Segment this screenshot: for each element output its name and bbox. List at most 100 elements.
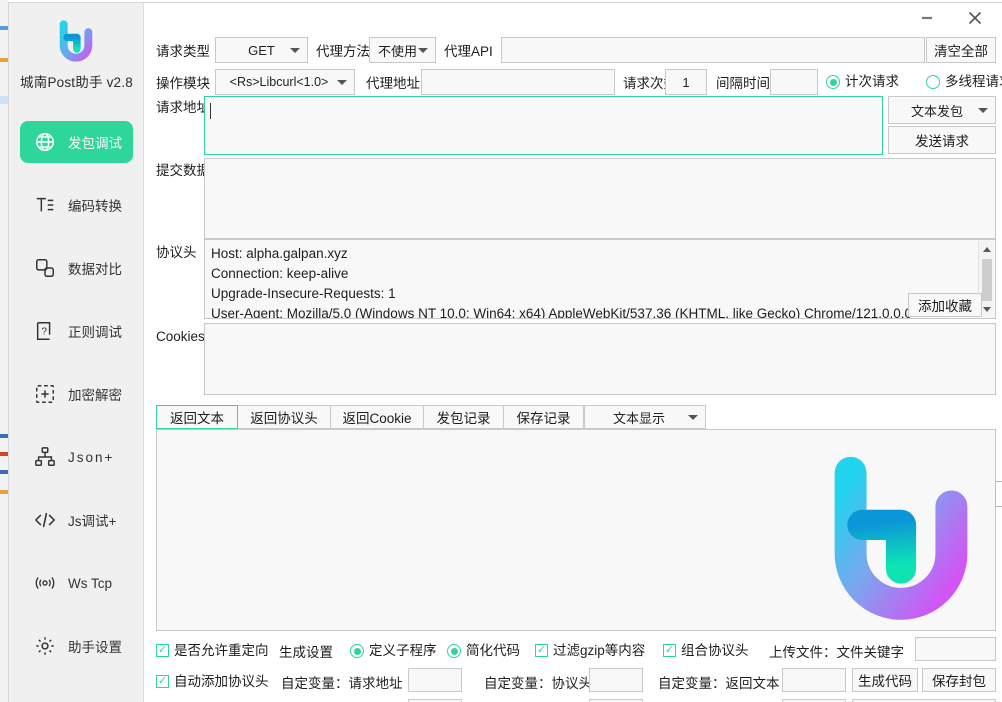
text-cursor <box>210 103 211 119</box>
title-bar <box>144 3 1002 33</box>
compare-icon <box>32 255 58 281</box>
mode-multithread-radio[interactable]: 多线程请求 <box>926 75 1002 89</box>
sidebar-item-jiami-jiemi[interactable]: 加密解密 <box>20 373 133 415</box>
tab-return-headers[interactable]: 返回协议头 <box>238 405 331 429</box>
checkbox-checked-icon: ✓ <box>663 644 676 658</box>
sidebar-item-bianma-zhuanhuan[interactable]: 编码转换 <box>20 184 133 226</box>
radio-off-icon <box>926 75 940 89</box>
chevron-down-icon <box>418 48 428 53</box>
combine-headers-checkbox[interactable]: ✓ 组合协议头 <box>663 644 749 658</box>
radio-on-icon <box>826 75 840 89</box>
svg-text:?: ? <box>41 327 47 338</box>
request-count-input[interactable]: 1 <box>665 69 707 95</box>
header-line: Upgrade-Insecure-Requests: 1 <box>211 286 396 301</box>
filter-gzip-checkbox[interactable]: ✓ 过滤gzip等内容 <box>535 644 645 658</box>
scrollbar-thumb[interactable] <box>982 259 992 301</box>
proxy-address-input[interactable] <box>421 69 615 95</box>
request-type-select[interactable]: GET <box>215 37 308 63</box>
mode-counted-label: 计次请求 <box>845 74 899 90</box>
send-request-button[interactable]: 发送请求 <box>888 126 996 154</box>
display-mode-value: 文本显示 <box>612 410 665 426</box>
radio-on-icon <box>447 644 461 658</box>
app-logo-watermark <box>817 454 985 626</box>
send-mode-select[interactable]: 文本发包 <box>888 96 996 124</box>
proxy-address-label: 代理地址 <box>366 76 420 91</box>
cookies-input[interactable] <box>204 323 996 395</box>
request-count-value: 1 <box>682 74 690 90</box>
request-url-label: 请求地址 <box>156 100 210 115</box>
proxy-api-input[interactable] <box>501 37 925 63</box>
radio-on-icon <box>350 644 364 658</box>
minimize-button[interactable] <box>905 3 949 33</box>
sliver-mark <box>0 470 8 474</box>
app-name: 城南Post助手 v2.8 <box>20 75 133 90</box>
sidebar-item-json-plus[interactable]: Json+ <box>20 436 133 478</box>
var-headers-label: 自定变量：协议头 <box>484 676 592 691</box>
var-url-input[interactable] <box>408 668 462 692</box>
sliver-mark <box>0 452 8 456</box>
edge-floating-tab[interactable] <box>995 481 1002 507</box>
sitemap-icon <box>32 444 58 470</box>
tab-return-cookie[interactable]: 返回Cookie <box>331 405 424 429</box>
chevron-down-icon <box>337 80 347 85</box>
allow-redirect-label: 是否允许重定向 <box>174 643 269 658</box>
simplify-code-radio[interactable]: 简化代码 <box>447 644 520 658</box>
define-subroutine-radio[interactable]: 定义子程序 <box>350 644 437 658</box>
tab-return-text[interactable]: 返回文本 <box>156 405 238 429</box>
sidebar-item-label: Json+ <box>68 449 115 465</box>
generate-code-button[interactable]: 生成代码 <box>852 668 918 692</box>
define-subroutine-label: 定义子程序 <box>369 643 437 659</box>
request-type-label: 请求类型 <box>156 44 210 59</box>
allow-redirect-checkbox[interactable]: ✓ 是否允许重定向 <box>156 644 269 658</box>
sliver-mark <box>0 434 8 438</box>
module-value: <Rs>Libcurl<1.0> <box>229 75 329 89</box>
headers-text: Host: alpha.galpan.xyz Connection: keep-… <box>205 240 977 319</box>
header-line: Host: alpha.galpan.xyz <box>211 246 348 261</box>
interval-input[interactable] <box>770 69 818 95</box>
module-label: 操作模块 <box>156 76 210 91</box>
mode-counted-radio[interactable]: 计次请求 <box>826 75 899 89</box>
module-select[interactable]: <Rs>Libcurl<1.0> <box>215 69 355 95</box>
code-icon <box>32 507 58 533</box>
sidebar-item-fabao-tiaoshi[interactable]: 发包调试 <box>20 121 133 163</box>
upload-file-input[interactable] <box>915 637 996 661</box>
regex-icon: ? <box>32 318 58 344</box>
display-mode-select[interactable]: 文本显示 <box>584 405 706 429</box>
sidebar-item-zhushou-shezhi[interactable]: 助手设置 <box>20 625 133 667</box>
var-restext-input[interactable] <box>782 668 846 692</box>
request-url-input[interactable] <box>204 96 883 155</box>
header-line: Connection: keep-alive <box>211 266 349 281</box>
header-line: User-Agent: Mozilla/5.0 (Windows NT 10.0… <box>211 306 913 319</box>
checkbox-checked-icon: ✓ <box>156 644 169 658</box>
gear-icon <box>32 633 58 659</box>
sidebar-item-zhengze-tiaoshi[interactable]: ? 正则调试 <box>20 310 133 352</box>
clear-all-button[interactable]: 清空全部 <box>926 37 996 63</box>
mode-multithread-label: 多线程请求 <box>945 74 1002 90</box>
proxy-method-select[interactable]: 不使用 <box>369 37 436 63</box>
auto-add-headers-checkbox[interactable]: ✓ 自动添加协议头 <box>156 675 269 689</box>
tab-save-log[interactable]: 保存记录 <box>504 405 584 429</box>
result-tabs: 返回文本 返回协议头 返回Cookie 发包记录 保存记录 <box>156 405 584 429</box>
sliver-mark <box>0 96 8 104</box>
post-data-input[interactable] <box>204 158 996 239</box>
app-window: 城南Post助手 v2.8 发包调试 编码转换 数据对比 ? 正则调试 加密解密… <box>0 0 1002 702</box>
generate-settings-label: 生成设置 <box>279 645 333 660</box>
sliver-mark <box>0 58 8 62</box>
sidebar-item-js-tiaoshi[interactable]: Js调试+ <box>20 499 133 541</box>
crypto-icon <box>32 381 58 407</box>
add-favorite-button[interactable]: 添加收藏 <box>908 293 982 317</box>
upload-file-label: 上传文件：文件关键字 <box>769 645 904 660</box>
var-headers-input[interactable] <box>589 668 643 692</box>
save-package-button[interactable]: 保存封包 <box>922 668 996 692</box>
proxy-method-label: 代理方法 <box>316 44 370 59</box>
tab-send-log[interactable]: 发包记录 <box>424 405 504 429</box>
close-button[interactable] <box>953 3 997 33</box>
sidebar-item-ws-tcp[interactable]: Ws Tcp <box>20 562 133 604</box>
sidebar-item-shuju-duibi[interactable]: 数据对比 <box>20 247 133 289</box>
scroll-up-icon[interactable] <box>979 241 995 257</box>
result-pane[interactable] <box>156 429 996 631</box>
sidebar-nav: 发包调试 编码转换 数据对比 ? 正则调试 加密解密 Json+ Js调试+ W… <box>9 121 144 688</box>
sidebar-item-label: Ws Tcp <box>68 575 113 591</box>
headers-input[interactable]: Host: alpha.galpan.xyz Connection: keep-… <box>204 239 996 319</box>
sliver-mark <box>0 26 8 30</box>
